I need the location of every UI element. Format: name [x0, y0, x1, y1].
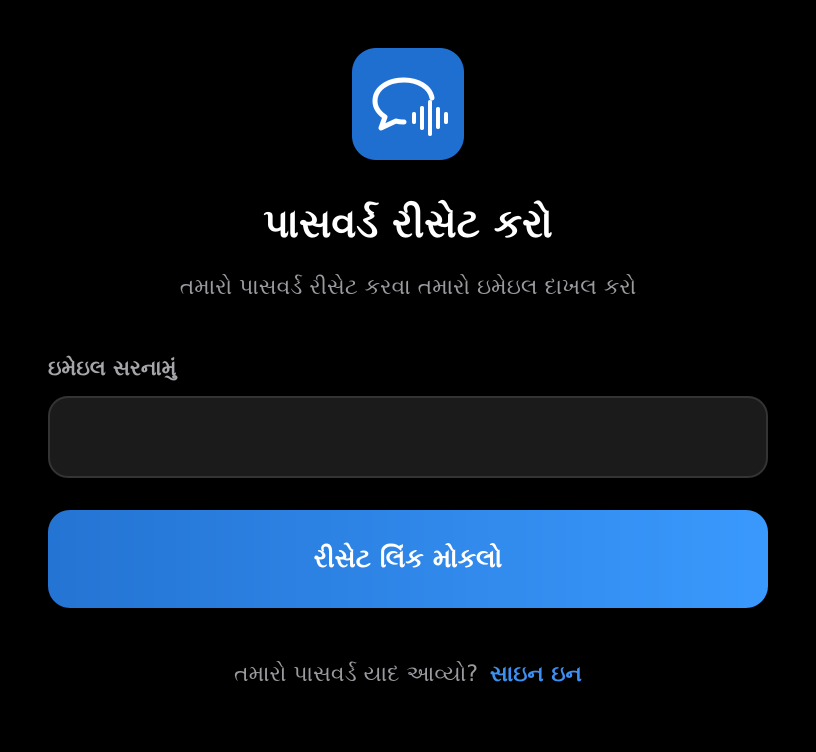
- signin-prompt: તમારો પાસવર્ડ યાદ આવ્યો? સાઇન ઇન: [0, 658, 816, 692]
- remembered-password-text: તમારો પાસવર્ડ યાદ આવ્યો?: [234, 662, 478, 687]
- app-logo: [352, 48, 464, 160]
- signin-link[interactable]: સાઇન ઇન: [490, 662, 582, 687]
- email-input[interactable]: [48, 396, 768, 478]
- page-subtitle: તમારો પાસવર્ડ રીસેટ કરવા તમારો ઇમેઇલ દાખ…: [179, 275, 637, 300]
- email-label: ઇમેઇલ સરનામું: [48, 356, 177, 380]
- chat-voice-icon: [372, 77, 448, 136]
- send-reset-link-button[interactable]: રીસેટ લિંક મોકલો: [48, 510, 768, 608]
- page-title: પાસવર્ડ રીસેટ કરો: [263, 201, 553, 247]
